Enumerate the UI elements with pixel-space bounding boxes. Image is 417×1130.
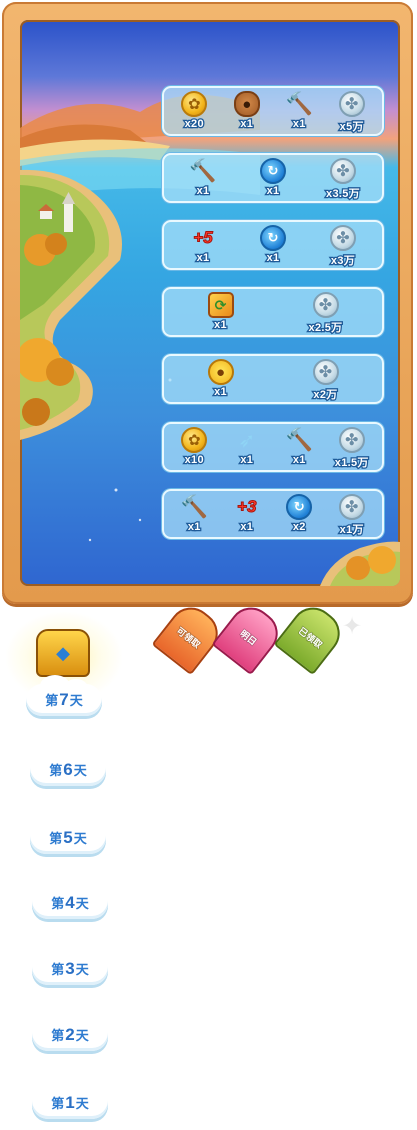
reward-qty: x2 — [292, 520, 307, 535]
reward-qty: x10 — [183, 453, 205, 468]
reward-qty: x1.5万 — [333, 456, 369, 471]
reward-item: ↻ x1 — [251, 155, 295, 199]
reward-row-4: ⟳ x1 ✤ x2.5万 — [162, 287, 384, 337]
reward-qty: x3万 — [330, 254, 356, 269]
potion-icon: ↻ — [286, 494, 313, 520]
reward-item: ✤ x1万 — [330, 491, 374, 537]
reward-qty: x5万 — [338, 120, 364, 135]
day-label: 第5天 — [49, 828, 87, 847]
clover-icon: ✤ — [338, 91, 365, 117]
shuffle-board-icon: ⟳ — [207, 292, 234, 318]
hammer-icon: 🔨 — [285, 91, 313, 116]
hammer-icon: 🔨 — [189, 158, 217, 183]
clover-icon: ✤ — [338, 494, 365, 520]
potion-icon: ↻ — [260, 225, 286, 251]
claimable-ribbon: 可领取 — [151, 598, 227, 676]
reward-row-2: 🔨 x1 ↻ x1 ✤ x3.5万 — [162, 153, 384, 203]
day-5-cloud[interactable]: 第5天 — [30, 813, 106, 854]
reward-qty: x20 — [183, 117, 205, 132]
day-label: 第2天 — [51, 1025, 89, 1044]
reward-item: ✿ x20 — [172, 88, 216, 132]
reward-item: ● x1 — [225, 88, 269, 132]
potion-icon: ↻ — [260, 158, 286, 184]
day-6-cloud[interactable]: 第6天 — [30, 745, 106, 786]
reward-item: ➶ x1 — [225, 424, 269, 468]
ribbon-label: 明日 — [238, 627, 260, 647]
reward-item: ↻ x1 — [251, 222, 295, 266]
reward-row-1: ✿ x20 ● x1 🔨 x1 ✤ x5万 — [162, 86, 384, 136]
treasure-chest-icon[interactable]: ◆ — [36, 629, 90, 677]
claimed-ribbon: 已领取 — [273, 598, 349, 676]
day-label: 第1天 — [51, 1093, 89, 1112]
sparkle-icon: ✦ — [342, 613, 363, 640]
reward-item: 🔨 x1 — [181, 155, 225, 199]
clover-icon: ✤ — [330, 158, 356, 184]
reward-qty: x1万 — [338, 523, 364, 538]
clover-icon: ✤ — [312, 359, 339, 385]
reward-item: ✤ x1.5万 — [330, 424, 374, 470]
day-4-cloud[interactable]: 第4天 — [32, 878, 108, 919]
reward-item: ✿ x10 — [172, 424, 216, 468]
bear-icon: ● — [233, 91, 260, 117]
bear-chick-icon: ● — [207, 359, 234, 385]
reward-qty: x2万 — [312, 388, 338, 403]
reward-row-3: +5 x1 ↻ x1 ✤ x3万 — [162, 220, 384, 270]
reward-qty: x1 — [195, 184, 210, 199]
clover-icon: ✤ — [330, 225, 356, 251]
plus-moves-icon: +5 — [193, 228, 213, 248]
reward-qty: x1 — [213, 318, 228, 333]
reward-item: 🔨 x1 — [172, 491, 216, 535]
reward-item: 🔨 x1 — [277, 424, 321, 468]
reward-qty: x1 — [239, 453, 254, 468]
reward-item: ✤ x5万 — [330, 88, 374, 134]
tomorrow-ribbon: 明日 — [211, 598, 287, 676]
reward-qty: x1 — [187, 520, 202, 535]
reward-qty: x1 — [195, 251, 210, 266]
reward-qty: x2.5万 — [307, 321, 343, 336]
reward-qty: x1 — [239, 520, 254, 535]
hammer-icon: 🔨 — [285, 427, 313, 452]
reward-row-5: ● x1 ✤ x2万 — [162, 354, 384, 404]
day-label: 第4天 — [51, 893, 89, 912]
clover-icon: ✤ — [312, 292, 339, 318]
reward-qty: x3.5万 — [325, 187, 361, 202]
reward-item: ● x1 — [199, 356, 243, 400]
coin-icon: ✿ — [181, 427, 208, 453]
day-label: 第7天 — [45, 690, 83, 709]
reward-qty: x1 — [292, 117, 307, 132]
clover-icon: ✤ — [338, 427, 365, 453]
reward-qty: x1 — [292, 453, 307, 468]
day-label: 第6天 — [49, 760, 87, 779]
reward-qty: x1 — [265, 251, 280, 266]
reward-item: ✤ x3万 — [321, 222, 365, 268]
shuttle-icon: ➶ — [238, 429, 256, 452]
reward-item: ✤ x2万 — [304, 356, 348, 402]
day-1-cloud[interactable]: 第1天 — [32, 1078, 108, 1119]
day-label: 第3天 — [51, 959, 89, 978]
hammer-icon: 🔨 — [180, 494, 208, 519]
reward-qty: x1 — [265, 184, 280, 199]
reward-qty: x1 — [213, 385, 228, 400]
reward-item: ↻ x2 — [277, 491, 321, 535]
reward-qty: x1 — [239, 117, 254, 132]
plus-moves-icon: +3 — [237, 497, 257, 517]
reward-item: ✤ x3.5万 — [321, 155, 365, 201]
reward-row-7: 🔨 x1 +3 x1 ↻ x2 ✤ x1万 — [162, 489, 384, 539]
day-3-cloud[interactable]: 第3天 — [32, 944, 108, 985]
day-7-cloud[interactable]: 第7天 — [26, 675, 102, 716]
reward-item: ✤ x2.5万 — [304, 289, 348, 335]
reward-item: +3 x1 — [225, 491, 269, 535]
ribbon-label: 可领取 — [174, 624, 203, 650]
reward-item: ⟳ x1 — [199, 289, 243, 333]
day-2-cloud[interactable]: 第2天 — [32, 1010, 108, 1051]
coin-icon: ✿ — [181, 91, 208, 117]
reward-item: 🔨 x1 — [277, 88, 321, 132]
reward-item: +5 x1 — [181, 222, 225, 266]
ribbon-label: 已领取 — [296, 624, 325, 650]
reward-row-6: ✿ x10 ➶ x1 🔨 x1 ✤ x1.5万 — [162, 422, 384, 472]
